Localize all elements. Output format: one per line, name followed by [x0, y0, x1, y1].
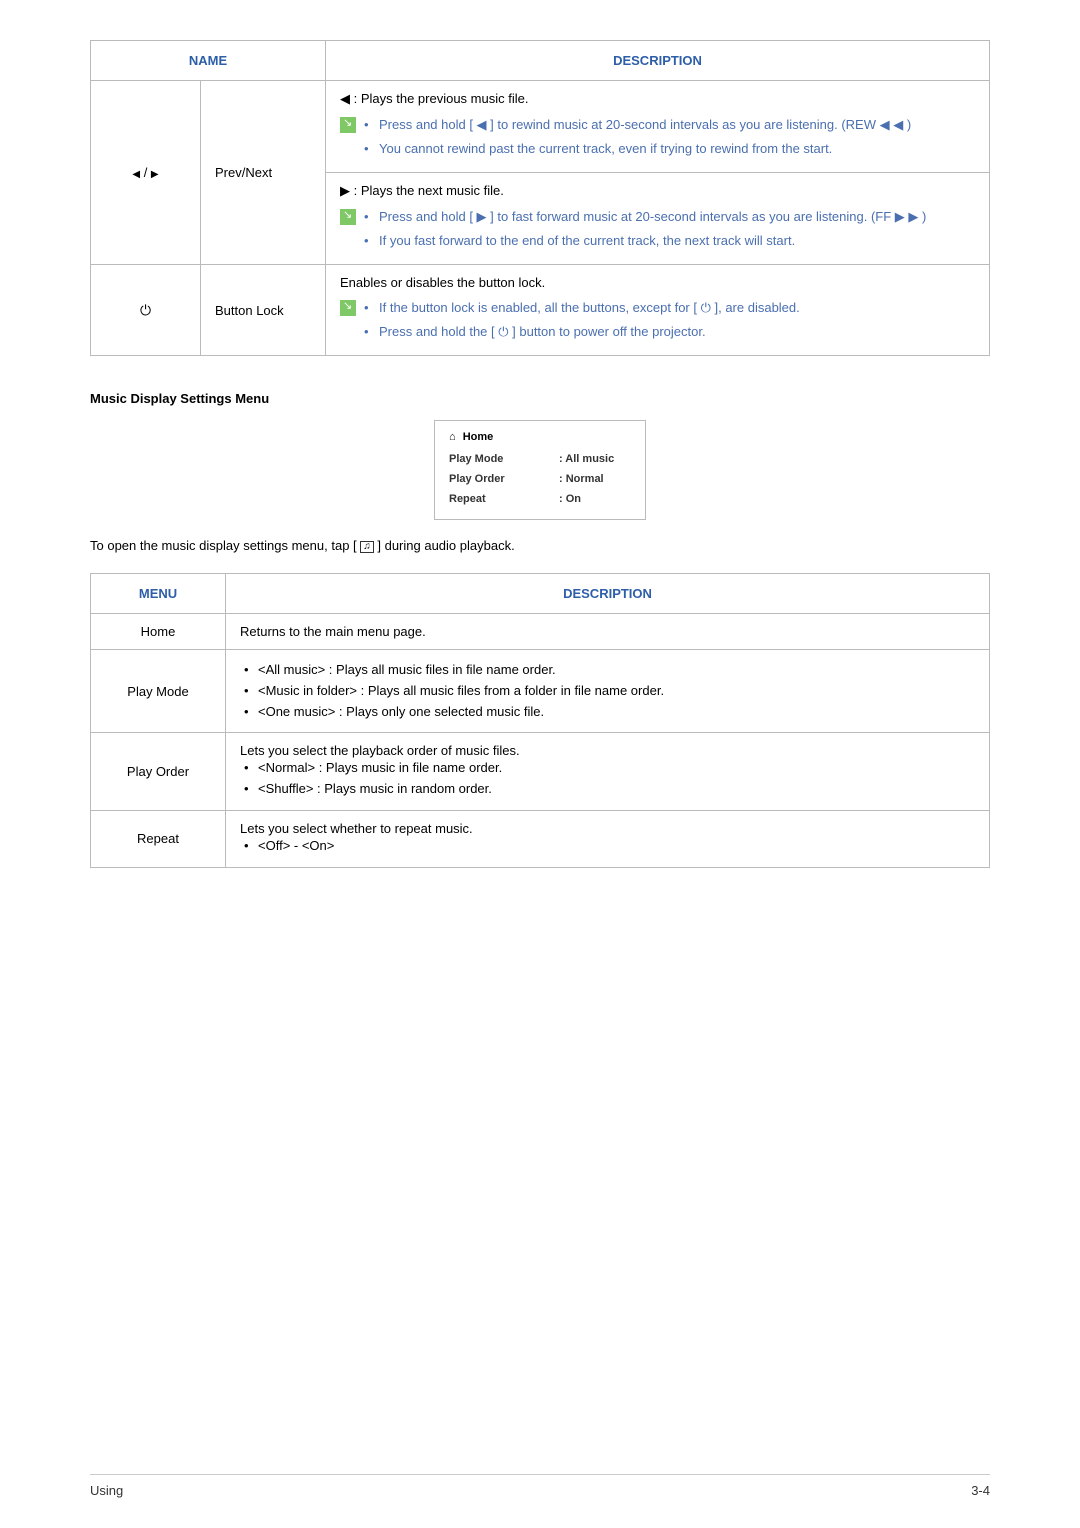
media-settings-icon: ♫	[360, 541, 374, 553]
list-item: <Normal> : Plays music in file name orde…	[240, 758, 975, 779]
list-item: <Music in folder> : Plays all music file…	[240, 681, 975, 702]
settings-value: : On	[559, 493, 581, 505]
prev-note-list: Press and hold [ ◀ ] to rewind music at …	[364, 115, 975, 162]
settings-key: Play Mode	[449, 453, 559, 465]
menu-table: MENU DESCRIPTION Home Returns to the mai…	[90, 573, 990, 868]
prev-bullet-2: You cannot rewind past the current track…	[364, 139, 975, 159]
settings-row: Repeat: On	[449, 489, 631, 509]
prev-bullet-1: Press and hold [ ◀ ] to rewind music at …	[364, 115, 975, 135]
icon-separator: /	[140, 165, 151, 180]
settings-value: : Normal	[559, 473, 604, 485]
menu-repeat: Repeat	[91, 810, 226, 867]
th-menu: MENU	[91, 574, 226, 614]
menu-play-mode: Play Mode	[91, 650, 226, 733]
menu-repeat-desc: Lets you select whether to repeat music.…	[226, 810, 990, 867]
play-order-lead: Lets you select the playback order of mu…	[240, 743, 975, 758]
list-item: <One music> : Plays only one selected mu…	[240, 702, 975, 723]
repeat-lead: Lets you select whether to repeat music.	[240, 821, 975, 836]
footer-right: 3-4	[971, 1483, 990, 1498]
next-title: ▶ : Plays the next music file.	[340, 183, 975, 199]
section-title: Music Display Settings Menu	[90, 391, 990, 406]
settings-home-label: Home	[463, 431, 494, 443]
settings-row: Play Mode: All music	[449, 449, 631, 469]
prev-block: ◀ : Plays the previous music file. Press…	[326, 81, 989, 172]
next-bullet-2: If you fast forward to the end of the cu…	[364, 231, 975, 251]
home-icon: ⌂	[449, 431, 456, 443]
settings-key: Play Order	[449, 473, 559, 485]
th-name: NAME	[91, 41, 326, 81]
table-row: Repeat Lets you select whether to repeat…	[91, 810, 990, 867]
table-row: Play Mode <All music> : Plays all music …	[91, 650, 990, 733]
settings-row: Play Order: Normal	[449, 469, 631, 489]
menu-play-order: Play Order	[91, 733, 226, 811]
next-bullet-1: Press and hold [ ▶ ] to fast forward mus…	[364, 207, 975, 227]
footer-left: Using	[90, 1483, 123, 1498]
next-note-list: Press and hold [ ▶ ] to fast forward mus…	[364, 207, 975, 254]
open-note-after: ] during audio playback.	[374, 538, 515, 553]
button-lock-icon-cell	[91, 265, 201, 356]
list-item: <Shuffle> : Plays music in random order.	[240, 779, 975, 800]
th-description: DESCRIPTION	[326, 41, 990, 81]
button-lock-list: If the button lock is enabled, all the b…	[364, 298, 975, 345]
menu-home: Home	[91, 614, 226, 650]
prev-title: ◀ : Plays the previous music file.	[340, 91, 975, 107]
list-item: <Off> - <On>	[240, 836, 975, 857]
table-row: Home Returns to the main menu page.	[91, 614, 990, 650]
settings-value: : All music	[559, 453, 614, 465]
row-prev-next: / Prev/Next ◀ : Plays the previous music…	[91, 81, 990, 265]
button-lock-bullet-1: If the button lock is enabled, all the b…	[364, 298, 975, 318]
settings-preview: ⌂ Home Play Mode: All music Play Order: …	[434, 420, 646, 520]
table-row: Play Order Lets you select the playback …	[91, 733, 990, 811]
list-item: <All music> : Plays all music files in f…	[240, 660, 975, 681]
menu-play-order-desc: Lets you select the playback order of mu…	[226, 733, 990, 811]
th-menu-description: DESCRIPTION	[226, 574, 990, 614]
menu-home-desc: Returns to the main menu page.	[226, 614, 990, 650]
triangle-right-icon	[151, 165, 159, 180]
button-lock-bullet-2: Press and hold the [ ⏻ ] button to power…	[364, 322, 975, 342]
prev-next-desc: ◀ : Plays the previous music file. Press…	[326, 81, 990, 265]
prev-next-name: Prev/Next	[201, 81, 326, 265]
controls-table: NAME DESCRIPTION / Prev/Next ◀ : Plays t…	[90, 40, 990, 356]
settings-key: Repeat	[449, 493, 559, 505]
note-icon	[340, 300, 356, 316]
settings-home-row: ⌂ Home	[449, 431, 631, 443]
prev-next-icons: /	[91, 81, 201, 265]
triangle-left-icon	[132, 165, 140, 180]
button-lock-desc: Enables or disables the button lock. If …	[326, 265, 990, 356]
power-icon	[140, 303, 151, 318]
open-settings-note: To open the music display settings menu,…	[90, 538, 990, 553]
button-lock-title: Enables or disables the button lock.	[340, 275, 975, 290]
row-button-lock: Button Lock Enables or disables the butt…	[91, 265, 990, 356]
note-icon	[340, 209, 356, 225]
note-icon	[340, 117, 356, 133]
button-lock-name: Button Lock	[201, 265, 326, 356]
next-block: ▶ : Plays the next music file. Press and…	[326, 172, 989, 264]
page-footer: Using 3-4	[90, 1474, 990, 1498]
menu-play-mode-desc: <All music> : Plays all music files in f…	[226, 650, 990, 733]
open-note-before: To open the music display settings menu,…	[90, 538, 360, 553]
